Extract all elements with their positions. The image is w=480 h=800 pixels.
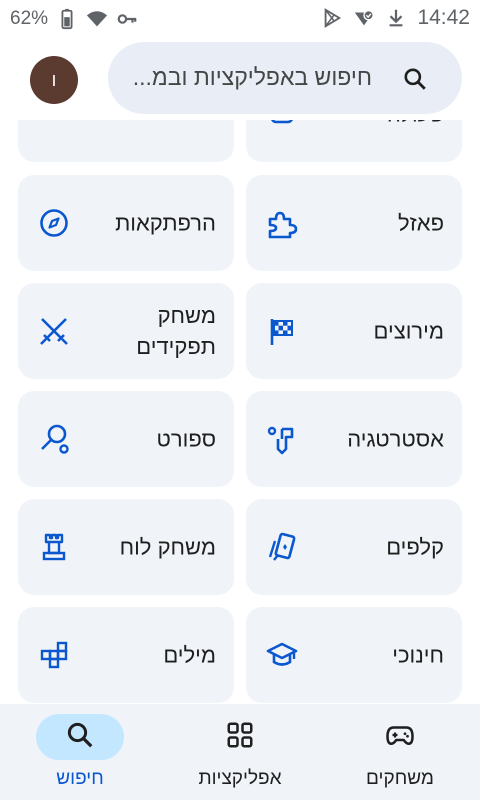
crossed-swords-icon — [38, 315, 70, 347]
category-label: ספורט — [156, 426, 216, 452]
nav-item-search[interactable]: חיפוש — [0, 704, 160, 800]
battery-percent: 62% — [10, 8, 49, 29]
nav-icon-container — [356, 714, 444, 760]
chess-rook-icon — [38, 531, 70, 563]
category-card-board[interactable]: משחק לוח — [18, 499, 234, 595]
nav-active-indicator — [36, 714, 124, 760]
status-bar: 62% 14:42 — [0, 0, 480, 36]
bottom-navigation: חיפוש אפליקציות משחקים — [0, 704, 480, 800]
vpn-key-icon — [116, 8, 138, 30]
strategy-flag-icon — [266, 423, 298, 455]
puzzle-icon — [266, 207, 298, 239]
letter-tiles-icon — [38, 639, 70, 671]
category-label: מילים — [163, 642, 216, 668]
graduation-cap-icon — [266, 639, 298, 671]
battery-icon — [56, 8, 78, 30]
status-left: 62% — [10, 8, 138, 30]
category-label: משחק לוח — [119, 534, 216, 560]
category-card-hidden[interactable] — [18, 120, 234, 162]
category-card-action[interactable]: פעולה — [246, 120, 462, 162]
category-label: פאזל — [398, 210, 444, 236]
avatar-letter: ו — [51, 69, 57, 90]
apps-grid-icon — [225, 720, 255, 755]
header: ו חיפוש באפליקציות ובמ... — [0, 36, 480, 120]
clock: 14:42 — [417, 6, 470, 29]
category-card-sports[interactable]: ספורט — [18, 391, 234, 487]
nav-icon-container — [196, 714, 284, 760]
category-card-strategy[interactable]: אסטרטגיה — [246, 391, 462, 487]
search-icon — [402, 66, 428, 92]
nav-label-apps: אפליקציות — [198, 768, 282, 789]
category-card-adventure[interactable]: הרפתקאות — [18, 175, 234, 271]
search-icon — [65, 720, 95, 755]
category-grid: פעולה פאזל הרפתקאות מירוצים משחק תפקידים — [0, 120, 480, 704]
avatar[interactable]: ו — [30, 56, 78, 104]
download-icon — [385, 7, 407, 29]
category-label: משחק תפקידים — [136, 303, 216, 359]
search-input[interactable]: חיפוש באפליקציות ובמ... — [108, 42, 462, 114]
category-card-cards[interactable]: קלפים — [246, 499, 462, 595]
cards-icon — [266, 531, 298, 563]
play-store-icon — [321, 7, 343, 29]
category-label: פעולה — [387, 120, 444, 130]
category-label: קלפים — [386, 534, 444, 560]
category-label: מירוצים — [373, 318, 444, 344]
category-label: הרפתקאות — [115, 210, 216, 236]
category-label: אסטרטגיה — [347, 426, 444, 452]
racket-icon — [38, 423, 70, 455]
wifi-icon — [86, 8, 108, 30]
nav-label-games: משחקים — [366, 768, 434, 789]
category-icon — [38, 120, 70, 130]
category-card-role-playing[interactable]: משחק תפקידים — [18, 283, 234, 379]
category-card-racing[interactable]: מירוצים — [246, 283, 462, 379]
category-label: חינוכי — [392, 642, 444, 668]
nav-item-games[interactable]: משחקים — [320, 704, 480, 800]
category-card-puzzle[interactable]: פאזל — [246, 175, 462, 271]
data-saver-icon — [353, 7, 375, 29]
checkered-flag-icon — [266, 315, 298, 347]
category-card-word[interactable]: מילים — [18, 607, 234, 703]
gamepad-icon — [385, 720, 415, 755]
compass-icon — [38, 207, 70, 239]
category-card-educational[interactable]: חינוכי — [246, 607, 462, 703]
search-placeholder: חיפוש באפליקציות ובמ... — [132, 64, 372, 90]
controller-icon — [266, 120, 298, 130]
nav-item-apps[interactable]: אפליקציות — [160, 704, 320, 800]
status-right: 14:42 — [321, 6, 470, 30]
nav-label-search: חיפוש — [56, 768, 104, 789]
